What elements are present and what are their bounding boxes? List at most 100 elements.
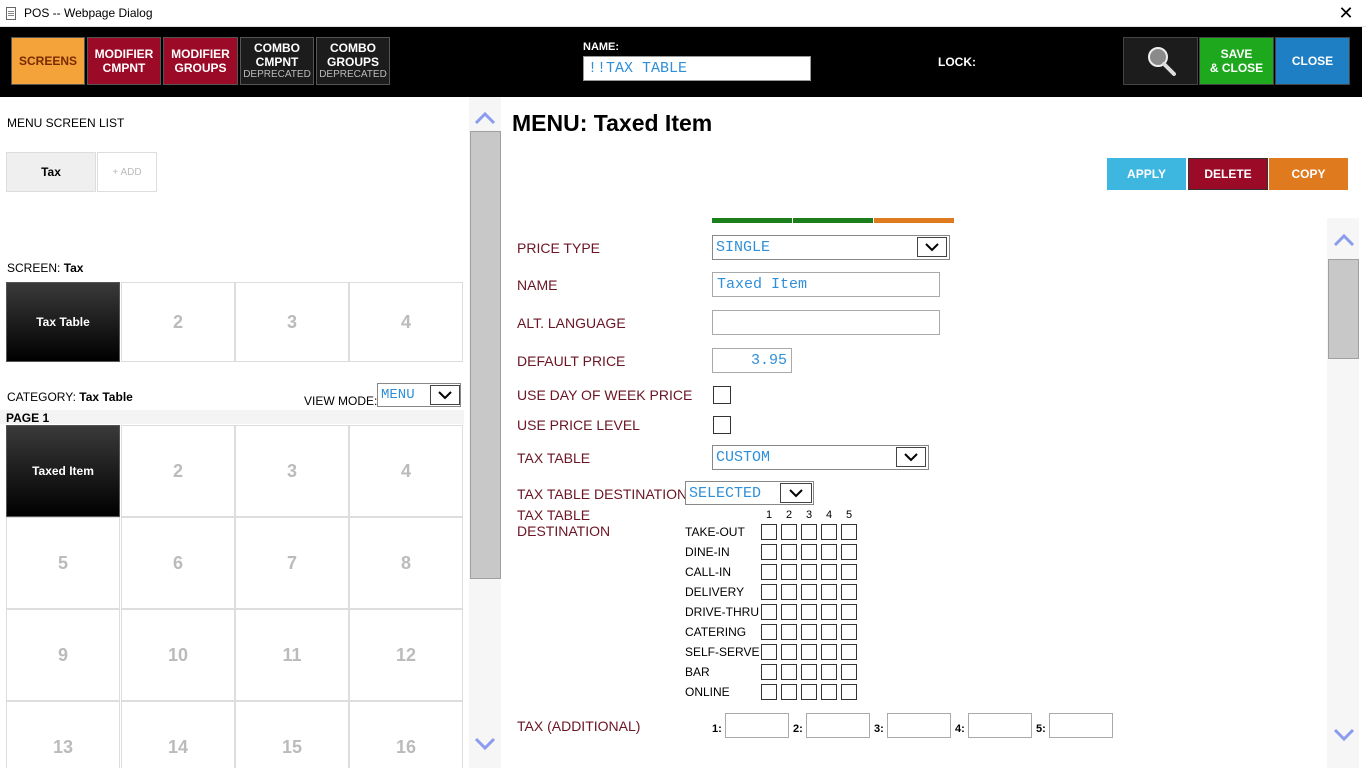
right-scrollbar[interactable] (1327, 218, 1359, 768)
item-cell[interactable]: 12 (349, 609, 463, 701)
item-cell[interactable]: 15 (235, 701, 349, 768)
tax-additional-input[interactable] (968, 713, 1032, 738)
dest-checkbox[interactable] (781, 604, 797, 620)
chevron-down-icon[interactable] (917, 237, 947, 257)
dest-checkbox[interactable] (821, 684, 837, 700)
close-button[interactable]: CLOSE (1275, 37, 1350, 85)
chevron-down-icon[interactable] (896, 447, 926, 467)
dest-checkbox[interactable] (781, 664, 797, 680)
scroll-up-icon[interactable] (474, 111, 496, 125)
dest-checkbox[interactable] (761, 604, 777, 620)
dest-checkbox[interactable] (841, 544, 857, 560)
item-cell[interactable]: 7 (235, 517, 349, 609)
tax-additional-input[interactable] (725, 713, 789, 738)
dest-checkbox[interactable] (761, 564, 777, 580)
tax-table-select[interactable]: CUSTOM (712, 445, 929, 470)
use-dow-checkbox[interactable] (713, 386, 731, 404)
dest-checkbox[interactable] (821, 524, 837, 540)
dest-checkbox[interactable] (841, 624, 857, 640)
dest-checkbox[interactable] (801, 664, 817, 680)
add-screen-button[interactable]: + ADD (97, 152, 157, 192)
apply-button[interactable]: APPLY (1107, 158, 1186, 190)
dest-checkbox[interactable] (821, 564, 837, 580)
dest-checkbox[interactable] (781, 544, 797, 560)
dest-checkbox[interactable] (841, 524, 857, 540)
modifier-groups-button[interactable]: MODIFIER GROUPS (163, 37, 238, 85)
combo-groups-button[interactable]: COMBO GROUPS DEPRECATED (316, 37, 390, 85)
item-cell[interactable]: 10 (121, 609, 235, 701)
dest-checkbox[interactable] (761, 684, 777, 700)
item-cell[interactable]: 16 (349, 701, 463, 768)
dest-checkbox[interactable] (801, 684, 817, 700)
item-cell[interactable]: 14 (121, 701, 235, 768)
scroll-up-icon[interactable] (1333, 233, 1355, 247)
dest-checkbox[interactable] (761, 584, 777, 600)
item-cell[interactable]: 5 (6, 517, 120, 609)
scroll-down-icon[interactable] (474, 737, 496, 751)
search-button[interactable] (1123, 37, 1198, 85)
dest-checkbox[interactable] (821, 624, 837, 640)
copy-button[interactable]: COPY (1269, 158, 1348, 190)
tax-additional-input[interactable] (1049, 713, 1113, 738)
item-cell[interactable]: 8 (349, 517, 463, 609)
dest-checkbox[interactable] (781, 624, 797, 640)
default-price-field[interactable]: 3.95 (712, 348, 792, 373)
dest-checkbox[interactable] (821, 544, 837, 560)
screen-cell[interactable]: Tax Table (6, 282, 120, 362)
view-mode-select[interactable]: MENU (377, 383, 461, 407)
dest-checkbox[interactable] (801, 584, 817, 600)
dest-checkbox[interactable] (801, 564, 817, 580)
dest-checkbox[interactable] (781, 644, 797, 660)
tax-dest-select[interactable]: SELECTED (685, 481, 814, 505)
dest-checkbox[interactable] (841, 684, 857, 700)
dest-checkbox[interactable] (821, 584, 837, 600)
dest-checkbox[interactable] (841, 664, 857, 680)
dest-checkbox[interactable] (821, 644, 837, 660)
combo-cmpnt-button[interactable]: COMBO CMPNT DEPRECATED (240, 37, 314, 85)
dest-checkbox[interactable] (761, 524, 777, 540)
dest-checkbox[interactable] (821, 664, 837, 680)
item-cell[interactable]: 13 (6, 701, 120, 768)
left-scrollbar-thumb[interactable] (470, 131, 501, 579)
dest-checkbox[interactable] (841, 644, 857, 660)
item-cell[interactable]: 3 (235, 425, 349, 517)
item-cell[interactable]: 6 (121, 517, 235, 609)
screen-cell[interactable]: 3 (235, 282, 349, 362)
dest-checkbox[interactable] (801, 544, 817, 560)
chevron-down-icon[interactable] (780, 483, 812, 503)
name-field[interactable]: Taxed Item (712, 272, 940, 297)
screens-button[interactable]: SCREENS (11, 37, 85, 85)
use-price-level-checkbox[interactable] (713, 416, 731, 434)
tax-additional-input[interactable] (806, 713, 870, 738)
screen-tab-tax[interactable]: Tax (6, 152, 96, 192)
item-cell[interactable]: 11 (235, 609, 349, 701)
dest-checkbox[interactable] (801, 604, 817, 620)
dest-checkbox[interactable] (761, 624, 777, 640)
delete-button[interactable]: DELETE (1188, 158, 1268, 190)
dest-checkbox[interactable] (841, 604, 857, 620)
dest-checkbox[interactable] (761, 664, 777, 680)
alt-language-field[interactable] (712, 310, 940, 335)
item-cell[interactable]: 2 (121, 425, 235, 517)
modifier-cmpnt-button[interactable]: MODIFIER CMPNT (87, 37, 161, 85)
dest-checkbox[interactable] (821, 604, 837, 620)
window-close-icon[interactable]: ✕ (1336, 2, 1356, 24)
dest-checkbox[interactable] (781, 684, 797, 700)
screen-cell[interactable]: 4 (349, 282, 463, 362)
chevron-down-icon[interactable] (430, 385, 460, 405)
left-scrollbar[interactable] (469, 97, 501, 768)
dest-checkbox[interactable] (781, 524, 797, 540)
screen-cell[interactable]: 2 (121, 282, 235, 362)
right-scrollbar-thumb[interactable] (1328, 259, 1359, 359)
dest-checkbox[interactable] (761, 644, 777, 660)
dest-checkbox[interactable] (841, 564, 857, 580)
dest-checkbox[interactable] (801, 524, 817, 540)
dest-checkbox[interactable] (761, 544, 777, 560)
name-input[interactable]: !!TAX TABLE (583, 56, 811, 81)
dest-checkbox[interactable] (841, 584, 857, 600)
tax-additional-input[interactable] (887, 713, 951, 738)
item-cell[interactable]: 9 (6, 609, 120, 701)
dest-checkbox[interactable] (781, 584, 797, 600)
item-cell[interactable]: Taxed Item (6, 425, 120, 517)
dest-checkbox[interactable] (801, 624, 817, 640)
